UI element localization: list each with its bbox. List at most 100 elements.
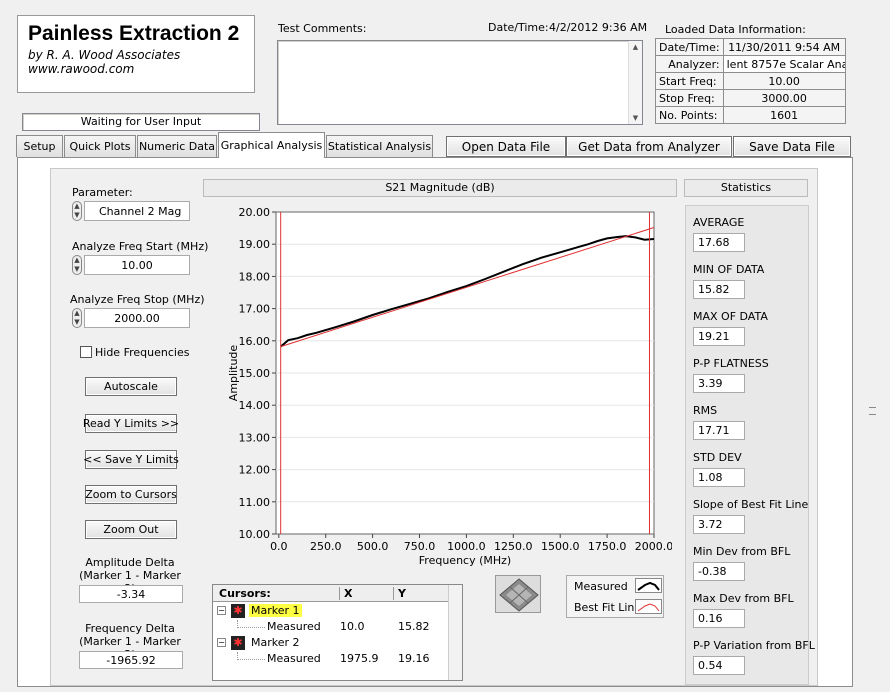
loaded-info-table: Date/Time: 11/30/2011 9:54 AM Analyzer: le… [655,38,846,124]
scroll-up-icon[interactable]: ▲ [629,43,642,51]
get-data-button[interactable]: Get Data from Analyzer [566,136,732,157]
stat-value: 0.54 [693,656,745,675]
parameter-spinner[interactable]: ▲ ▼ [72,201,82,221]
cursor-x: 1975.9 [340,652,379,665]
datetime-value: 4/2/2012 9:36 AM [549,21,648,34]
y-tick-label: 14.00 [239,399,271,412]
info-row: Start Freq: 10.00 [655,72,846,90]
save-y-limits-button[interactable]: << Save Y Limits [83,450,179,469]
x-tick-label: 250.0 [310,540,342,553]
marker-cursor-icon: ✱ [231,636,245,650]
marker-name: Marker 1 [249,604,302,617]
spin-up-icon[interactable]: ▲ [73,202,81,211]
cursor-row[interactable]: − ✱ Marker 2 [217,636,447,651]
info-row: Date/Time: 11/30/2011 9:54 AM [655,38,846,56]
spin-up-icon[interactable]: ▲ [73,309,81,318]
y-tick-label: 17.00 [239,303,271,316]
scroll-grip-icon[interactable] [869,407,876,415]
save-data-file-button[interactable]: Save Data File [733,136,851,157]
spin-up-icon[interactable]: ▲ [73,256,81,265]
marker-cursor-icon: ✱ [231,604,245,618]
stop-freq-input[interactable]: 2000.00 [84,308,190,328]
zoom-out-button[interactable]: Zoom Out [85,520,177,539]
collapse-icon[interactable]: − [217,638,226,647]
tab-graphical-analysis[interactable]: Graphical Analysis [218,132,325,158]
datetime-label: Date/Time: [488,21,549,34]
collapse-icon[interactable]: − [217,606,226,615]
freq-delta-value: -1965.92 [79,651,183,669]
info-row: Analyzer:lent 8757e Scalar Analyz [655,55,846,73]
open-data-file-button[interactable]: Open Data File [446,136,566,157]
window-scrollbar[interactable] [866,157,880,687]
info-label: No. Points: [655,106,724,124]
cursors-header-y: Y [393,587,406,600]
cursor-move-control[interactable] [495,575,541,613]
spin-down-icon[interactable]: ▼ [73,318,81,327]
x-axis-label: Frequency (MHz) [419,554,511,567]
stat-value: 19.21 [693,327,745,346]
tab-numeric-data[interactable]: Numeric Data [137,135,217,157]
stat-value: 0.16 [693,609,745,628]
y-axis-label: Amplitude [227,345,240,402]
stat-label: P-P Variation from BFL [693,639,815,652]
chart-title-bar: S21 Magnitude (dB) [203,179,677,197]
cursors-header-name: Cursors: [219,587,271,600]
cursor-sub-row: Measured 10.0 15.82 [217,620,447,635]
info-label: Analyzer: [655,55,724,73]
diamond-arrows-icon[interactable] [496,576,542,614]
app-title-block: Painless Extraction 2 by R. A. Wood Asso… [17,15,255,93]
y-tick-label: 13.00 [239,431,271,444]
zoom-to-cursors-button[interactable]: Zoom to Cursors [85,485,177,504]
y-tick-label: 15.00 [239,367,271,380]
amp-delta-label-line1: Amplitude Delta [85,556,175,569]
info-value: lent 8757e Scalar Analyz [722,55,846,73]
hide-frequencies-checkbox[interactable] [80,346,92,358]
legend-bestfit-swatch[interactable] [635,599,662,614]
stat-label: P-P FLATNESS [693,357,769,370]
info-value: 11/30/2011 9:54 AM [722,38,846,56]
start-freq-label: Analyze Freq Start (MHz) [72,240,209,253]
tab-statistical-analysis[interactable]: Statistical Analysis [326,135,433,157]
stat-label: AVERAGE [693,216,745,229]
cursors-scrollbar[interactable] [448,585,462,680]
stat-label: Max Dev from BFL [693,592,794,605]
spin-down-icon[interactable]: ▼ [73,265,81,274]
loaded-info-title: Loaded Data Information: [665,23,806,36]
cursor-y: 19.16 [398,652,430,665]
cursor-row[interactable]: − ✱ Marker 1 [217,604,447,619]
start-freq-input[interactable]: 10.00 [84,255,190,275]
stat-value: -0.38 [693,562,745,581]
x-tick-label: 0.0 [270,540,288,553]
stop-freq-spinner[interactable]: ▲ ▼ [72,308,82,328]
y-tick-label: 11.00 [239,496,271,509]
x-tick-label: 500.0 [357,540,389,553]
cursor-x: 10.0 [340,620,365,633]
spin-down-icon[interactable]: ▼ [73,211,81,220]
tree-line [237,652,265,660]
cursors-table: Cursors: X Y − ✱ Marker 1 Measured 10.0 … [212,584,463,681]
tab-quick-plots[interactable]: Quick Plots [64,135,136,157]
info-value: 10.00 [722,72,846,90]
cursor-sub-row: Measured 1975.9 19.16 [217,652,447,667]
stat-label: MIN OF DATA [693,263,765,276]
parameter-select[interactable]: Channel 2 Mag [84,201,190,221]
plot-legend: Measured Best Fit Line [566,575,664,618]
stat-label: RMS [693,404,718,417]
scroll-down-icon[interactable]: ▼ [629,114,642,122]
info-label: Stop Freq: [655,89,724,107]
comments-scrollbar[interactable]: ▲ ▼ [628,41,642,124]
x-tick-label: 1750.0 [588,540,627,553]
info-value: 3000.00 [722,89,846,107]
start-freq-spinner[interactable]: ▲ ▼ [72,255,82,275]
info-label: Date/Time: [655,38,724,56]
autoscale-button[interactable]: Autoscale [85,377,177,396]
x-tick-label: 1000.0 [447,540,486,553]
read-y-limits-button[interactable]: Read Y Limits >> [83,414,179,433]
x-tick-label: 2000.0 [635,540,672,553]
tab-setup[interactable]: Setup [16,135,63,157]
chart-svg[interactable]: 10.00 11.00 12.00 13.00 14.00 15.00 16.00 17.00… [213,202,672,572]
y-tick-label: 19.00 [239,238,271,251]
comments-textarea[interactable]: ▲ ▼ [277,40,643,125]
legend-measured-swatch[interactable] [635,578,662,593]
x-tick-label: 1500.0 [541,540,580,553]
